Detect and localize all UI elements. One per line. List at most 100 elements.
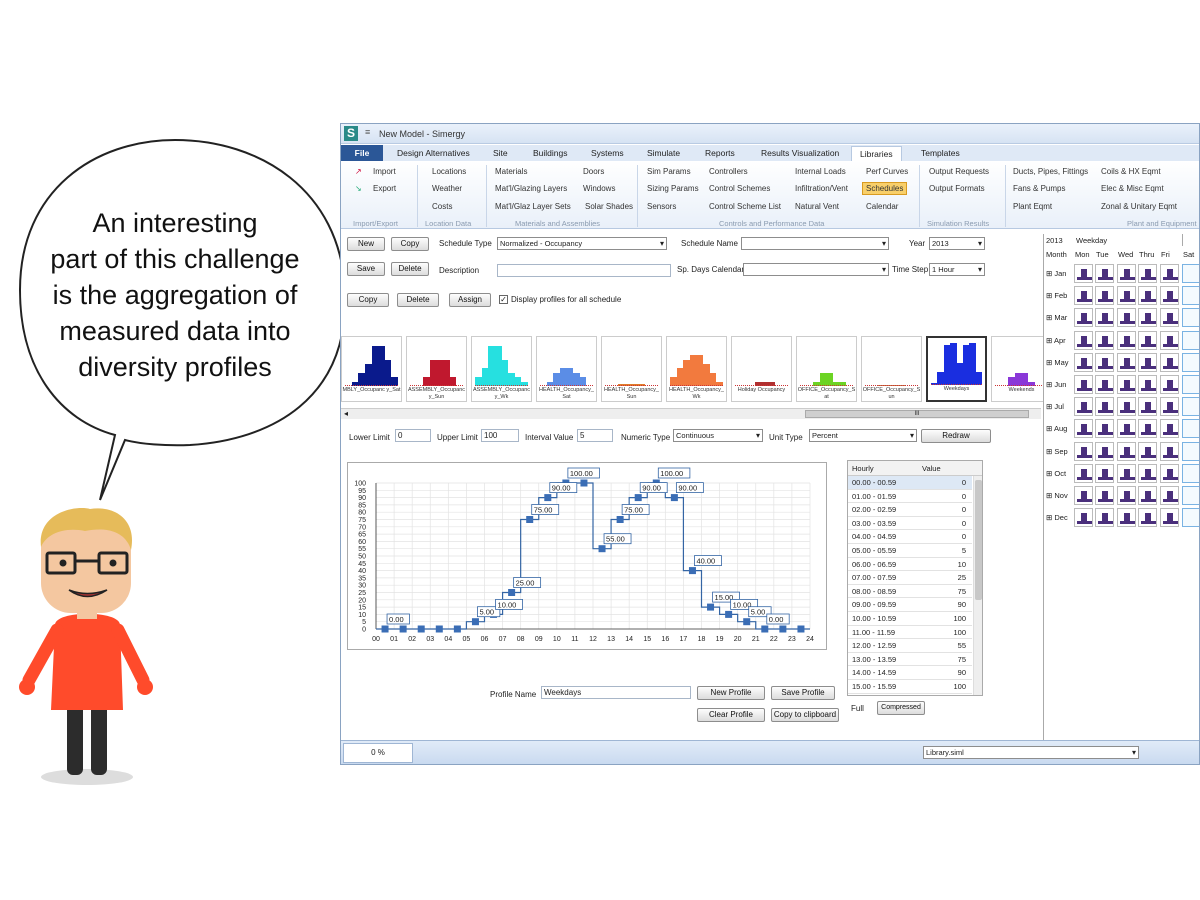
cell-value[interactable]: 100 bbox=[953, 612, 966, 625]
tab-libraries[interactable]: Libraries bbox=[851, 146, 902, 161]
tab-compressed[interactable]: Compressed bbox=[877, 701, 925, 715]
calendar-cell[interactable] bbox=[1074, 397, 1093, 417]
table-row[interactable]: 04.00 - 04.59 0 bbox=[848, 530, 972, 544]
costs-button[interactable]: Costs bbox=[432, 202, 452, 211]
cell-value[interactable]: 0 bbox=[962, 530, 966, 543]
natural-vent-button[interactable]: Natural Vent bbox=[795, 202, 839, 211]
library-select[interactable]: Library.siml bbox=[923, 746, 1139, 759]
calendar-month-feb[interactable]: ⊞ Feb bbox=[1046, 291, 1067, 300]
calendar-cell[interactable] bbox=[1160, 352, 1179, 372]
calendar-cell[interactable] bbox=[1095, 308, 1114, 328]
calendar-cell[interactable] bbox=[1138, 352, 1157, 372]
table-row[interactable]: 15.00 - 15.59 100 bbox=[848, 680, 972, 694]
calendar-cell[interactable] bbox=[1160, 330, 1179, 350]
lower-limit-input[interactable]: 0 bbox=[395, 429, 431, 442]
tab-results-visualization[interactable]: Results Visualization bbox=[759, 147, 841, 159]
cell-value[interactable]: 100 bbox=[953, 680, 966, 693]
calendar-month-mar[interactable]: ⊞ Mar bbox=[1046, 313, 1067, 322]
table-row[interactable]: 03.00 - 03.59 0 bbox=[848, 517, 972, 531]
description-input[interactable] bbox=[497, 264, 671, 277]
table-row[interactable]: 11.00 - 11.59 100 bbox=[848, 626, 972, 640]
calendar-cell[interactable] bbox=[1138, 286, 1157, 306]
infiltration-vent-button[interactable]: Infiltration/Vent bbox=[795, 184, 848, 193]
doors-button[interactable]: Doors bbox=[583, 167, 604, 176]
calendar-cell[interactable] bbox=[1095, 330, 1114, 350]
sim-params-button[interactable]: Sim Params bbox=[647, 167, 691, 176]
calendar-cell[interactable] bbox=[1160, 463, 1179, 483]
calendar-cell[interactable] bbox=[1138, 441, 1157, 461]
calendar-cell[interactable] bbox=[1138, 264, 1157, 283]
tab-simulate[interactable]: Simulate bbox=[645, 147, 682, 159]
schedule-type-select[interactable]: Normalized - Occupancy bbox=[497, 237, 667, 250]
tab-buildings[interactable]: Buildings bbox=[531, 147, 570, 159]
calendar-cell[interactable] bbox=[1138, 486, 1157, 505]
calendar-cell[interactable] bbox=[1095, 463, 1114, 483]
calendar-cell[interactable] bbox=[1117, 352, 1136, 372]
calendar-cell[interactable] bbox=[1074, 264, 1093, 283]
controllers-button[interactable]: Controllers bbox=[709, 167, 748, 176]
calendar-cell[interactable] bbox=[1117, 463, 1136, 483]
cell-value[interactable]: 0 bbox=[962, 503, 966, 516]
numeric-type-select[interactable]: Continuous bbox=[673, 429, 763, 442]
locations-button[interactable]: Locations bbox=[432, 167, 466, 176]
schedule-thumbnail[interactable]: ASSEMBLY_Occupanc y_Sun bbox=[406, 336, 467, 402]
glaz-layer-sets-button[interactable]: Mat'l/Glaz Layer Sets bbox=[495, 202, 571, 211]
copy-profile-button[interactable]: Copy bbox=[347, 293, 389, 307]
cell-value[interactable]: 75 bbox=[958, 653, 966, 666]
schedule-thumbnail[interactable]: OFFICE_Occupancy_S un bbox=[861, 336, 922, 402]
calendar-cell[interactable] bbox=[1182, 330, 1199, 350]
calendar-month-oct[interactable]: ⊞ Oct bbox=[1046, 469, 1066, 478]
scroll-thumb[interactable]: III bbox=[805, 410, 1029, 418]
assign-button[interactable]: Assign bbox=[449, 293, 491, 307]
table-scroll-thumb[interactable] bbox=[975, 480, 982, 600]
calendar-cell[interactable] bbox=[1117, 397, 1136, 417]
calendar-cell[interactable] bbox=[1074, 486, 1093, 505]
calendar-cell[interactable] bbox=[1095, 286, 1114, 306]
cell-value[interactable]: 55 bbox=[958, 639, 966, 652]
table-scrollbar[interactable] bbox=[973, 476, 982, 695]
tab-site[interactable]: Site bbox=[491, 147, 510, 159]
cell-value[interactable]: 0 bbox=[962, 490, 966, 503]
schedule-thumbnail[interactable]: ASSEMBLY_Occupanc y_Wk bbox=[471, 336, 532, 402]
unit-type-select[interactable]: Percent bbox=[809, 429, 917, 442]
calendar-cell[interactable] bbox=[1117, 330, 1136, 350]
table-row[interactable]: 07.00 - 07.59 25 bbox=[848, 571, 972, 585]
schedule-thumbnail[interactable]: Weekdays bbox=[926, 336, 987, 402]
scroll-left-icon[interactable]: ◂ bbox=[344, 409, 348, 418]
calendar-cell[interactable] bbox=[1117, 286, 1136, 306]
tab-templates[interactable]: Templates bbox=[919, 147, 962, 159]
tab-reports[interactable]: Reports bbox=[703, 147, 737, 159]
calendar-cell[interactable] bbox=[1095, 508, 1114, 528]
new-button[interactable]: New bbox=[347, 237, 385, 251]
weather-button[interactable]: Weather bbox=[432, 184, 462, 193]
export-button[interactable]: Export bbox=[373, 184, 396, 193]
schedule-name-select[interactable] bbox=[741, 237, 889, 250]
calendar-cell[interactable] bbox=[1074, 463, 1093, 483]
calendar-cell[interactable] bbox=[1182, 419, 1199, 439]
calendar-cell[interactable] bbox=[1095, 375, 1114, 394]
calendar-month-jun[interactable]: ⊞ Jun bbox=[1046, 380, 1066, 389]
redraw-button[interactable]: Redraw bbox=[921, 429, 991, 443]
calendar-cell[interactable] bbox=[1074, 508, 1093, 528]
ducts-pipes-button[interactable]: Ducts, Pipes, Fittings bbox=[1013, 167, 1088, 176]
calendar-cell[interactable] bbox=[1095, 419, 1114, 439]
calendar-cell[interactable] bbox=[1095, 486, 1114, 505]
calendar-cell[interactable] bbox=[1160, 286, 1179, 306]
calendar-cell[interactable] bbox=[1182, 308, 1199, 328]
calendar-cell[interactable] bbox=[1138, 375, 1157, 394]
horizontal-scrollbar[interactable]: ◂ III bbox=[341, 408, 1041, 419]
tab-design-alternatives[interactable]: Design Alternatives bbox=[395, 147, 472, 159]
calendar-cell[interactable] bbox=[1182, 375, 1199, 394]
copy-to-clipboard-button[interactable]: Copy to clipboard bbox=[771, 708, 839, 722]
tab-full[interactable]: Full bbox=[851, 704, 864, 713]
cell-value[interactable]: 90 bbox=[958, 666, 966, 679]
solar-shades-button[interactable]: Solar Shades bbox=[585, 202, 633, 211]
copy-button[interactable]: Copy bbox=[391, 237, 429, 251]
interval-value-input[interactable]: 5 bbox=[577, 429, 613, 442]
table-row[interactable]: 08.00 - 08.59 75 bbox=[848, 585, 972, 599]
calendar-cell[interactable] bbox=[1182, 264, 1199, 283]
save-button[interactable]: Save bbox=[347, 262, 385, 276]
save-profile-button[interactable]: Save Profile bbox=[771, 686, 835, 700]
sizing-params-button[interactable]: Sizing Params bbox=[647, 184, 699, 193]
calendar-cell[interactable] bbox=[1138, 508, 1157, 528]
